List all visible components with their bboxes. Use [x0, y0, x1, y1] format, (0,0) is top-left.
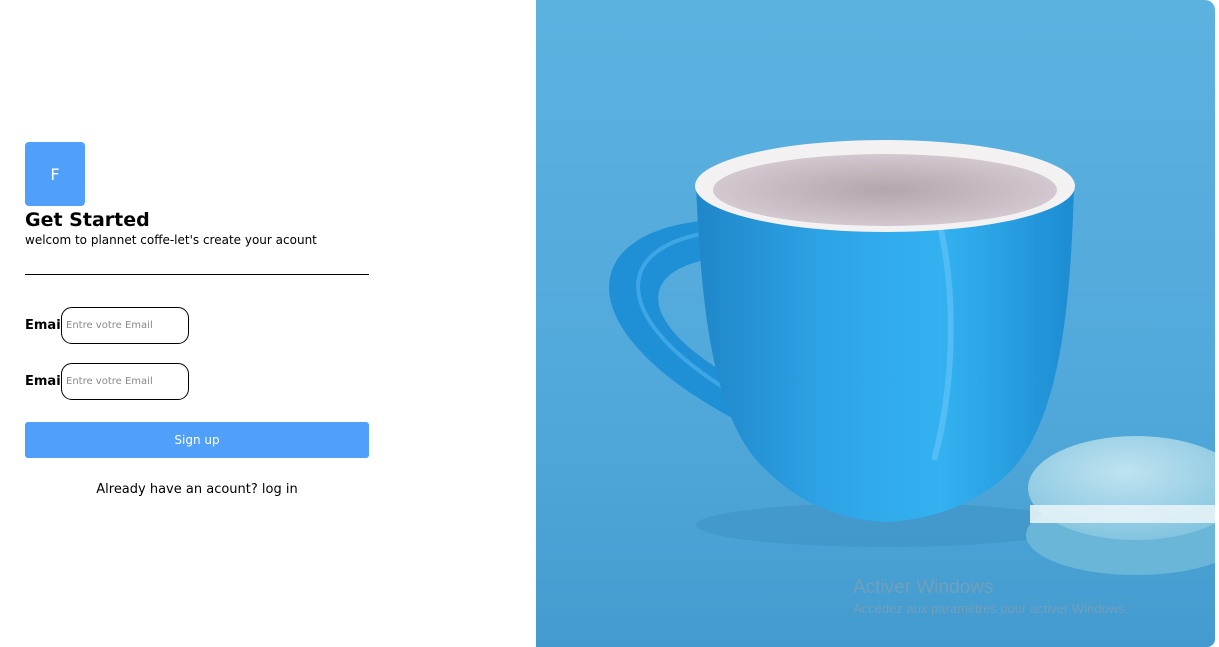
page-title: Get Started	[25, 209, 150, 231]
email-field-row-1: Email	[25, 307, 369, 344]
brand-logo: F	[25, 142, 85, 206]
email-label-1: Email	[25, 318, 66, 333]
watermark-title: Activer Windows	[853, 577, 994, 598]
watermark-subtitle: Accédez aux paramètres pour activer Wind…	[853, 601, 1129, 616]
login-link[interactable]: log in	[262, 482, 298, 497]
hero-image	[536, 0, 1215, 647]
login-prompt-text: Already have an acount?	[96, 482, 258, 497]
email-field-row-2: Email	[25, 363, 369, 400]
email-input-2[interactable]	[61, 363, 189, 400]
login-prompt-line: Already have an acount? log in	[25, 482, 369, 497]
page-subtitle: welcom to plannet coffe-let's create you…	[25, 233, 317, 247]
email-label-2: Email	[25, 374, 66, 389]
brand-logo-letter: F	[50, 164, 60, 184]
coffee-cup-illustration	[536, 140, 1215, 647]
email-input-1[interactable]	[61, 307, 189, 344]
signup-form-panel: F Get Started welcom to plannet coffe-le…	[25, 142, 369, 497]
signup-page: F Get Started welcom to plannet coffe-le…	[0, 0, 1219, 647]
signup-button[interactable]: Sign up	[25, 422, 369, 458]
windows-activation-watermark: Activer Windows Accédez aux paramètres p…	[853, 577, 1128, 618]
divider	[25, 274, 369, 275]
